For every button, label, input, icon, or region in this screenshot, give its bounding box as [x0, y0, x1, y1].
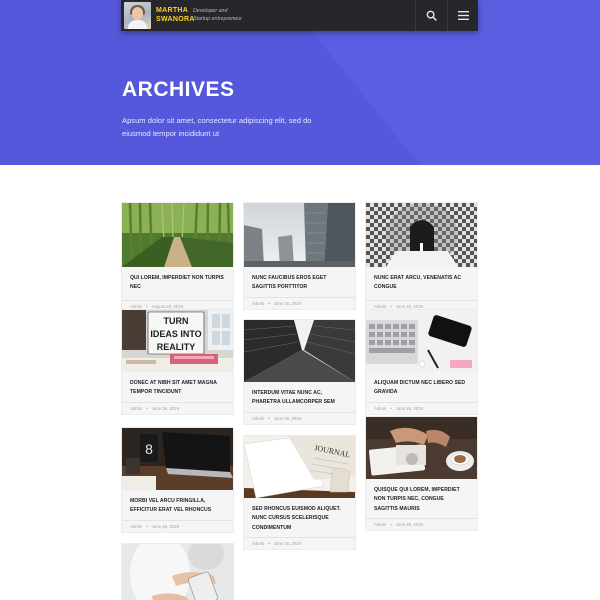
post-thumbnail-laptop-mug[interactable]: 8 — [122, 428, 233, 490]
separator-dot: • — [268, 300, 270, 306]
post-date: June 26, 2019 — [395, 405, 423, 411]
post-date: June 26, 2019 — [395, 521, 423, 527]
post-title[interactable]: DONEC AT NIBH SIT AMET MAGNA TEMPOR TINC… — [122, 379, 233, 398]
post-author[interactable]: Admin — [130, 304, 142, 309]
separator-dot: • — [268, 415, 270, 421]
post-author[interactable]: Admin — [374, 406, 386, 411]
post-meta: Admin • June 26, 2019 — [244, 413, 355, 424]
post-card[interactable]: NUNC FAUCIBUS EROS EGET SAGITTIS PORTTIT… — [243, 202, 356, 310]
separator-dot: • — [146, 405, 148, 411]
post-meta: Admin • June 26, 2019 — [122, 521, 233, 532]
tagline-line-1: Developer and — [193, 8, 228, 14]
post-meta: Admin • June 26, 2019 — [366, 519, 477, 530]
post-card[interactable]: QUI LOREM, IMPERDIET NON TURPIS NEC Admi… — [121, 202, 234, 313]
post-card[interactable]: QUISQUE QUI LOREM, IMPERDIET NON TURPIS … — [365, 416, 478, 531]
post-author[interactable]: Admin — [252, 416, 264, 421]
post-title[interactable]: QUISQUE QUI LOREM, IMPERDIET NON TURPIS … — [366, 486, 477, 514]
post-thumbnail-building-lookup[interactable] — [244, 320, 355, 382]
site-tagline: Developer and Startup entrepreneur — [193, 8, 242, 23]
hamburger-menu-icon — [457, 11, 469, 20]
tagline-line-2: Startup entrepreneur — [193, 15, 242, 22]
post-author[interactable]: Admin — [374, 522, 386, 527]
post-thumbnail-keyboard-phone[interactable] — [366, 310, 477, 372]
page-description: Apsum dolor sit amet, consectetur adipis… — [122, 116, 312, 138]
separator-dot: • — [146, 523, 148, 529]
post-title[interactable]: NUNC FAUCIBUS EROS EGET SAGITTIS PORTTIT… — [244, 274, 355, 293]
post-author[interactable]: Admin — [374, 304, 386, 309]
page-title: ARCHIVES — [122, 78, 235, 101]
post-thumbnail-journal[interactable]: JOURNAL — [244, 436, 355, 498]
avatar[interactable] — [124, 2, 151, 29]
brand-first-name: MARTHA — [156, 7, 189, 14]
post-card[interactable]: NUNC ERAT ARCU, VENENATIS AC CONGUE Admi… — [365, 202, 478, 313]
separator-dot: • — [390, 303, 392, 309]
post-card[interactable] — [121, 543, 234, 600]
svg-text:8: 8 — [145, 441, 153, 457]
post-card[interactable]: JOURNAL SED RHONCUS EUISMOD ALIQUET. NUN… — [243, 435, 356, 550]
post-meta: Admin • June 26, 2019 — [122, 403, 233, 414]
post-card[interactable]: 8 MORBI VEL ARCU FRINGILLA, EFFICITUR ER… — [121, 427, 234, 533]
post-date: June 26, 2019 — [273, 300, 301, 306]
post-meta: Admin • June 26, 2019 — [244, 298, 355, 309]
post-meta: Admin • June 26, 2019 — [244, 538, 355, 549]
post-author[interactable]: Admin — [252, 541, 264, 546]
post-date: August 26, 2019 — [151, 303, 184, 309]
post-title[interactable]: INTERDUM VITAE NUNC AC, PHARETRA ULLAMCO… — [244, 389, 355, 408]
site-header: MARTHA SWANORA Developer and Startup ent… — [121, 0, 478, 31]
post-thumbnail-checker-arch[interactable] — [366, 203, 477, 267]
post-title[interactable]: SED RHONCUS EUISMOD ALIQUET. NUNC CURSUS… — [244, 505, 355, 533]
post-title[interactable]: ALIQUAM DICTUM NEC LIBERO SED GRAVIDA — [366, 379, 477, 398]
post-date: June 26, 2019 — [151, 405, 179, 411]
post-date: June 26, 2019 — [273, 540, 301, 546]
lightbox-line-3: REALITY — [157, 342, 196, 352]
post-author[interactable]: Admin — [130, 524, 142, 529]
post-title[interactable]: NUNC ERAT ARCU, VENENATIS AC CONGUE — [366, 274, 477, 293]
separator-dot: • — [146, 303, 148, 309]
separator-dot: • — [390, 405, 392, 411]
post-meta: Admin • June 26, 2019 — [366, 403, 477, 414]
separator-dot: • — [390, 521, 392, 527]
post-thumbnail-lightbox-sign[interactable]: TURN IDEAS INTO REALITY — [122, 310, 233, 372]
post-card[interactable]: ALIQUAM DICTUM NEC LIBERO SED GRAVIDA Ad… — [365, 309, 478, 415]
brand-last-name: SWANORA — [156, 15, 195, 23]
post-author[interactable]: Admin — [130, 406, 142, 411]
lightbox-line-1: TURN — [164, 316, 189, 326]
post-date: June 26, 2019 — [273, 415, 301, 421]
post-date: June 26, 2019 — [151, 523, 179, 529]
post-author[interactable]: Admin — [252, 301, 264, 306]
lightbox-line-2: IDEAS INTO — [150, 329, 201, 339]
post-thumbnail-skyscrapers[interactable] — [244, 203, 355, 267]
post-card[interactable]: TURN IDEAS INTO REALITY DONEC AT NIBH SI… — [121, 309, 234, 415]
post-card[interactable]: INTERDUM VITAE NUNC AC, PHARETRA ULLAMCO… — [243, 319, 356, 425]
post-date: June 26, 2019 — [395, 303, 423, 309]
separator-dot: • — [268, 540, 270, 546]
post-title[interactable]: MORBI VEL ARCU FRINGILLA, EFFICITUR ERAT… — [122, 497, 233, 516]
search-button[interactable] — [415, 0, 446, 31]
post-thumbnail-bamboo-path[interactable] — [122, 203, 233, 267]
site-brand[interactable]: MARTHA SWANORA — [156, 7, 195, 24]
post-thumbnail-tablet-coffee[interactable] — [366, 417, 477, 479]
post-thumbnail-phone-hands[interactable] — [122, 544, 233, 600]
search-icon — [426, 10, 437, 21]
menu-button[interactable] — [447, 0, 478, 31]
post-title[interactable]: QUI LOREM, IMPERDIET NON TURPIS NEC — [122, 274, 233, 293]
